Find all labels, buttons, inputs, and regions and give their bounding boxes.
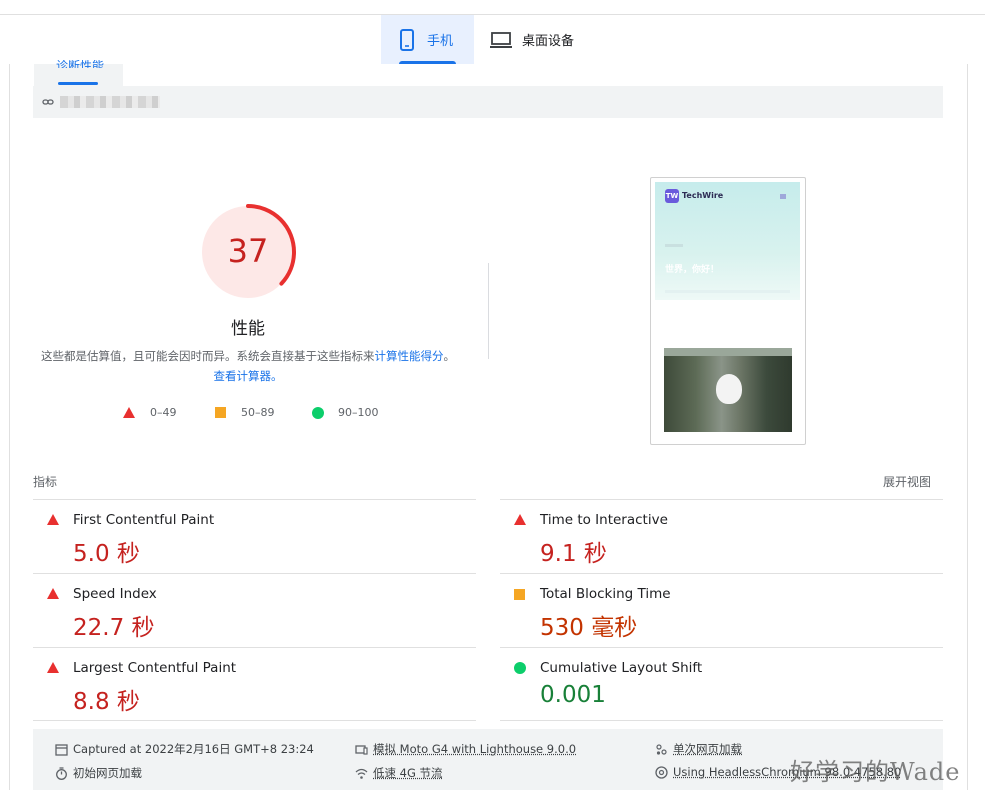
metric-lcp-value: 8.8 秒 [73,689,140,715]
metric-si-value: 22.7 秒 [73,615,155,641]
description-text: 这些都是估算值，且可能会因时而异。系统会直接基于这些指标来 [41,349,375,363]
info-device: 模拟 Moto G4 with Lighthouse 9.0.0 [355,741,576,757]
score-calc-link[interactable]: 计算性能得分 [375,349,444,363]
info-session-text[interactable]: 单次网页加载 [673,741,742,757]
techwire-logo: TW [665,189,679,203]
description-sep: 。 [443,349,456,363]
red-triangle-icon [514,514,526,525]
link-icon [42,99,54,105]
metric-si-name: Speed Index [73,586,157,602]
info-device-text[interactable]: 模拟 Moto G4 with Lighthouse 9.0.0 [373,741,576,757]
tab-desktop[interactable]: 桌面设备 [489,15,599,64]
metric-divider [500,573,943,574]
orange-square-icon [514,589,525,600]
techwire-brand: TechWire [682,191,724,200]
metric-lcp-name: Largest Contentful Paint [73,660,237,676]
legend-pass-label: 90–100 [338,406,379,419]
metric-divider [500,499,943,500]
watermark: 好学习的Wade [790,758,961,786]
page-screenshot: TW TechWire 世界，你好！ [655,182,800,437]
subtab-indicator [58,82,98,85]
performance-title: 性能 [231,319,265,339]
chrome-icon [655,765,668,779]
hero-kicker [665,244,683,247]
metric-tti-name: Time to Interactive [540,512,668,528]
metric-divider [33,720,476,721]
active-tab-indicator [399,61,456,64]
vertical-divider [488,263,489,359]
screenshot-hero: TW TechWire 世界，你好！ [655,182,800,300]
legend-average-label: 50–89 [241,406,275,419]
info-initial-load-text: 初始网页加载 [73,766,142,780]
metric-tbt-name: Total Blocking Time [540,586,671,602]
green-circle-icon [312,406,324,419]
timer-icon [56,766,67,780]
legend-fail-label: 0–49 [150,406,177,419]
green-circle-icon [514,662,526,674]
calculator-link[interactable]: 查看计算器。 [214,369,283,383]
red-triangle-icon [47,514,59,525]
red-triangle-icon [123,407,135,418]
info-throttling-text[interactable]: 低速 4G 节流 [373,765,443,781]
report-frame-right [967,64,968,790]
url-redacted [60,96,160,108]
metric-fcp-value: 5.0 秒 [73,541,140,567]
screenshot-photo [664,348,792,432]
hero-subtitle [665,290,790,293]
metric-cls-value: 0.001 [540,682,606,708]
orange-square-icon [215,407,226,418]
wifi-icon [355,768,368,779]
url-bar [33,86,943,118]
red-triangle-icon [47,662,59,673]
metric-divider [33,647,476,648]
people-icon [656,743,667,755]
tab-desktop-label: 桌面设备 [522,34,575,49]
laptop-icon [490,31,512,48]
menu-icon [780,194,786,199]
metric-fcp-name: First Contentful Paint [73,512,215,528]
metric-divider [500,720,943,721]
info-throttling: 低速 4G 节流 [355,765,443,781]
info-captured: Captured at 2022年2月16日 GMT+8 23:24 [55,741,314,757]
subtab-label: 诊断性能 [56,60,105,68]
info-captured-text: Captured at 2022年2月16日 GMT+8 23:24 [73,742,314,756]
metric-tbt-value: 530 毫秒 [540,615,638,641]
tab-mobile-label: 手机 [427,34,454,49]
metric-tti-value: 9.1 秒 [540,541,607,567]
info-session: 单次网页加载 [655,741,742,757]
metrics-label: 指标 [33,475,58,489]
expand-view-button[interactable]: 展开视图 [883,473,931,490]
devices-icon [355,744,368,755]
metric-divider [33,573,476,574]
metric-cls-name: Cumulative Layout Shift [540,660,703,676]
report-frame-left [9,64,10,790]
calendar-icon [55,743,68,756]
legend-average: 50–89 [215,406,275,419]
photo-header [664,348,792,356]
legend-fail: 0–49 [123,406,177,419]
hero-title: 世界，你好！ [665,265,720,275]
phone-icon [400,28,414,51]
metric-divider [33,499,476,500]
red-triangle-icon [47,588,59,599]
performance-description: 这些都是估算值，且可能会因时而异。系统会直接基于这些指标来计算性能得分。 查看计… [40,346,456,386]
performance-score: 37 [227,232,269,270]
metric-divider [500,647,943,648]
info-initial-load: 初始网页加载 [55,765,142,781]
apple-logo-icon [716,374,742,404]
tab-mobile[interactable]: 手机 [381,15,474,64]
legend-pass: 90–100 [312,406,379,419]
